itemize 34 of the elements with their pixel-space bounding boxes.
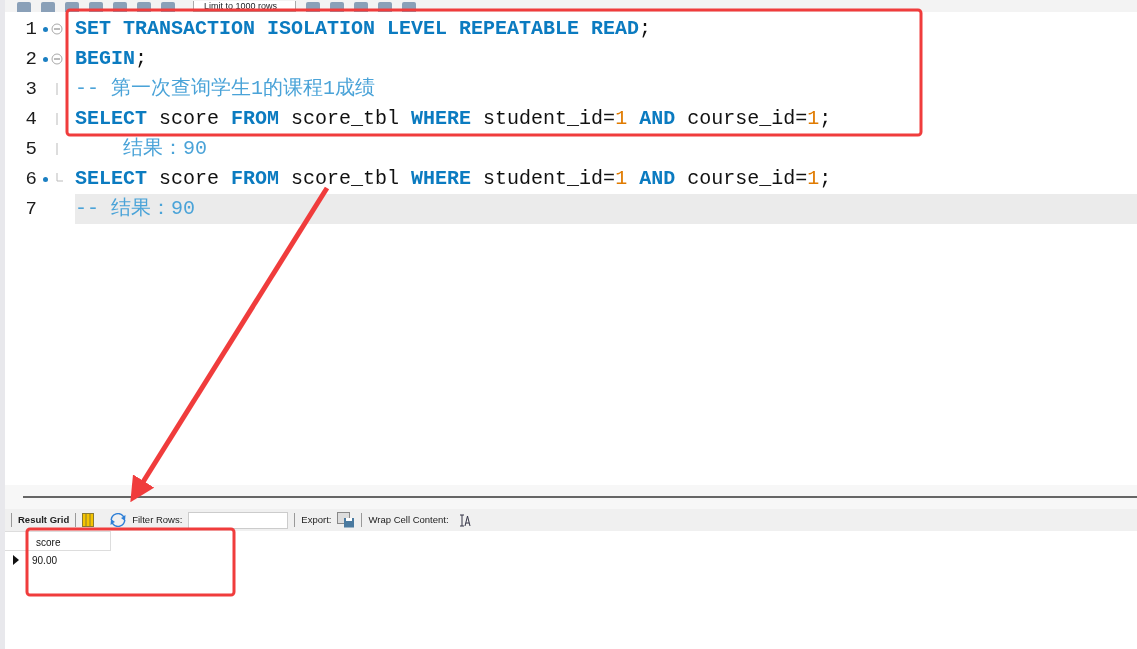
toolbar-icon[interactable]: [330, 2, 345, 12]
line-number: 2: [24, 46, 37, 72]
export-icon[interactable]: [337, 512, 356, 528]
line-number: 7: [24, 196, 37, 222]
wrap-text-icon[interactable]: [458, 513, 471, 527]
code-line: SET TRANSACTION ISOLATION LEVEL REPEATABLE READ;: [75, 16, 652, 42]
code-line: -- 第一次查询学生1的课程1成绩: [75, 76, 375, 102]
line-number: 5: [24, 136, 37, 162]
code-line: BEGIN;: [75, 46, 148, 72]
wrap-cell-content-label: Wrap Cell Content:: [368, 512, 449, 527]
line-number: 6: [24, 166, 37, 192]
filter-rows-label: Filter Rows:: [132, 512, 183, 527]
toolbar-icon[interactable]: [402, 2, 417, 12]
toolbar-icon[interactable]: [306, 2, 321, 12]
code-line: SELECT score FROM score_tbl WHERE student_id=1 AND course_id=1;: [75, 106, 832, 132]
column-header[interactable]: score: [27, 531, 111, 551]
line-number: 1: [24, 16, 37, 42]
export-label: Export:: [301, 512, 332, 527]
line-number: 3: [24, 76, 37, 102]
fold-icon[interactable]: [51, 23, 63, 35]
grid-icon[interactable]: [82, 513, 95, 527]
table-cell-text: 90.00: [31, 554, 58, 568]
code-line: SELECT score FROM score_tbl WHERE student_id=1 AND course_id=1;: [75, 166, 832, 192]
code-line: 结果：90: [122, 136, 207, 162]
filter-rows-field[interactable]: [188, 511, 289, 529]
line-number: 4: [24, 106, 37, 132]
grid-corner-cell: [5, 531, 27, 551]
refresh-icon[interactable]: [110, 513, 127, 527]
fold-icon[interactable]: [51, 53, 63, 65]
limit-dropdown[interactable]: Limit to 1000 rows: [193, 1, 297, 12]
toolbar-icon[interactable]: [354, 2, 369, 12]
code-line: -- 结果：90: [75, 196, 195, 222]
toolbar-icon[interactable]: [378, 2, 393, 12]
result-grid-tab[interactable]: Result Grid: [18, 512, 70, 528]
